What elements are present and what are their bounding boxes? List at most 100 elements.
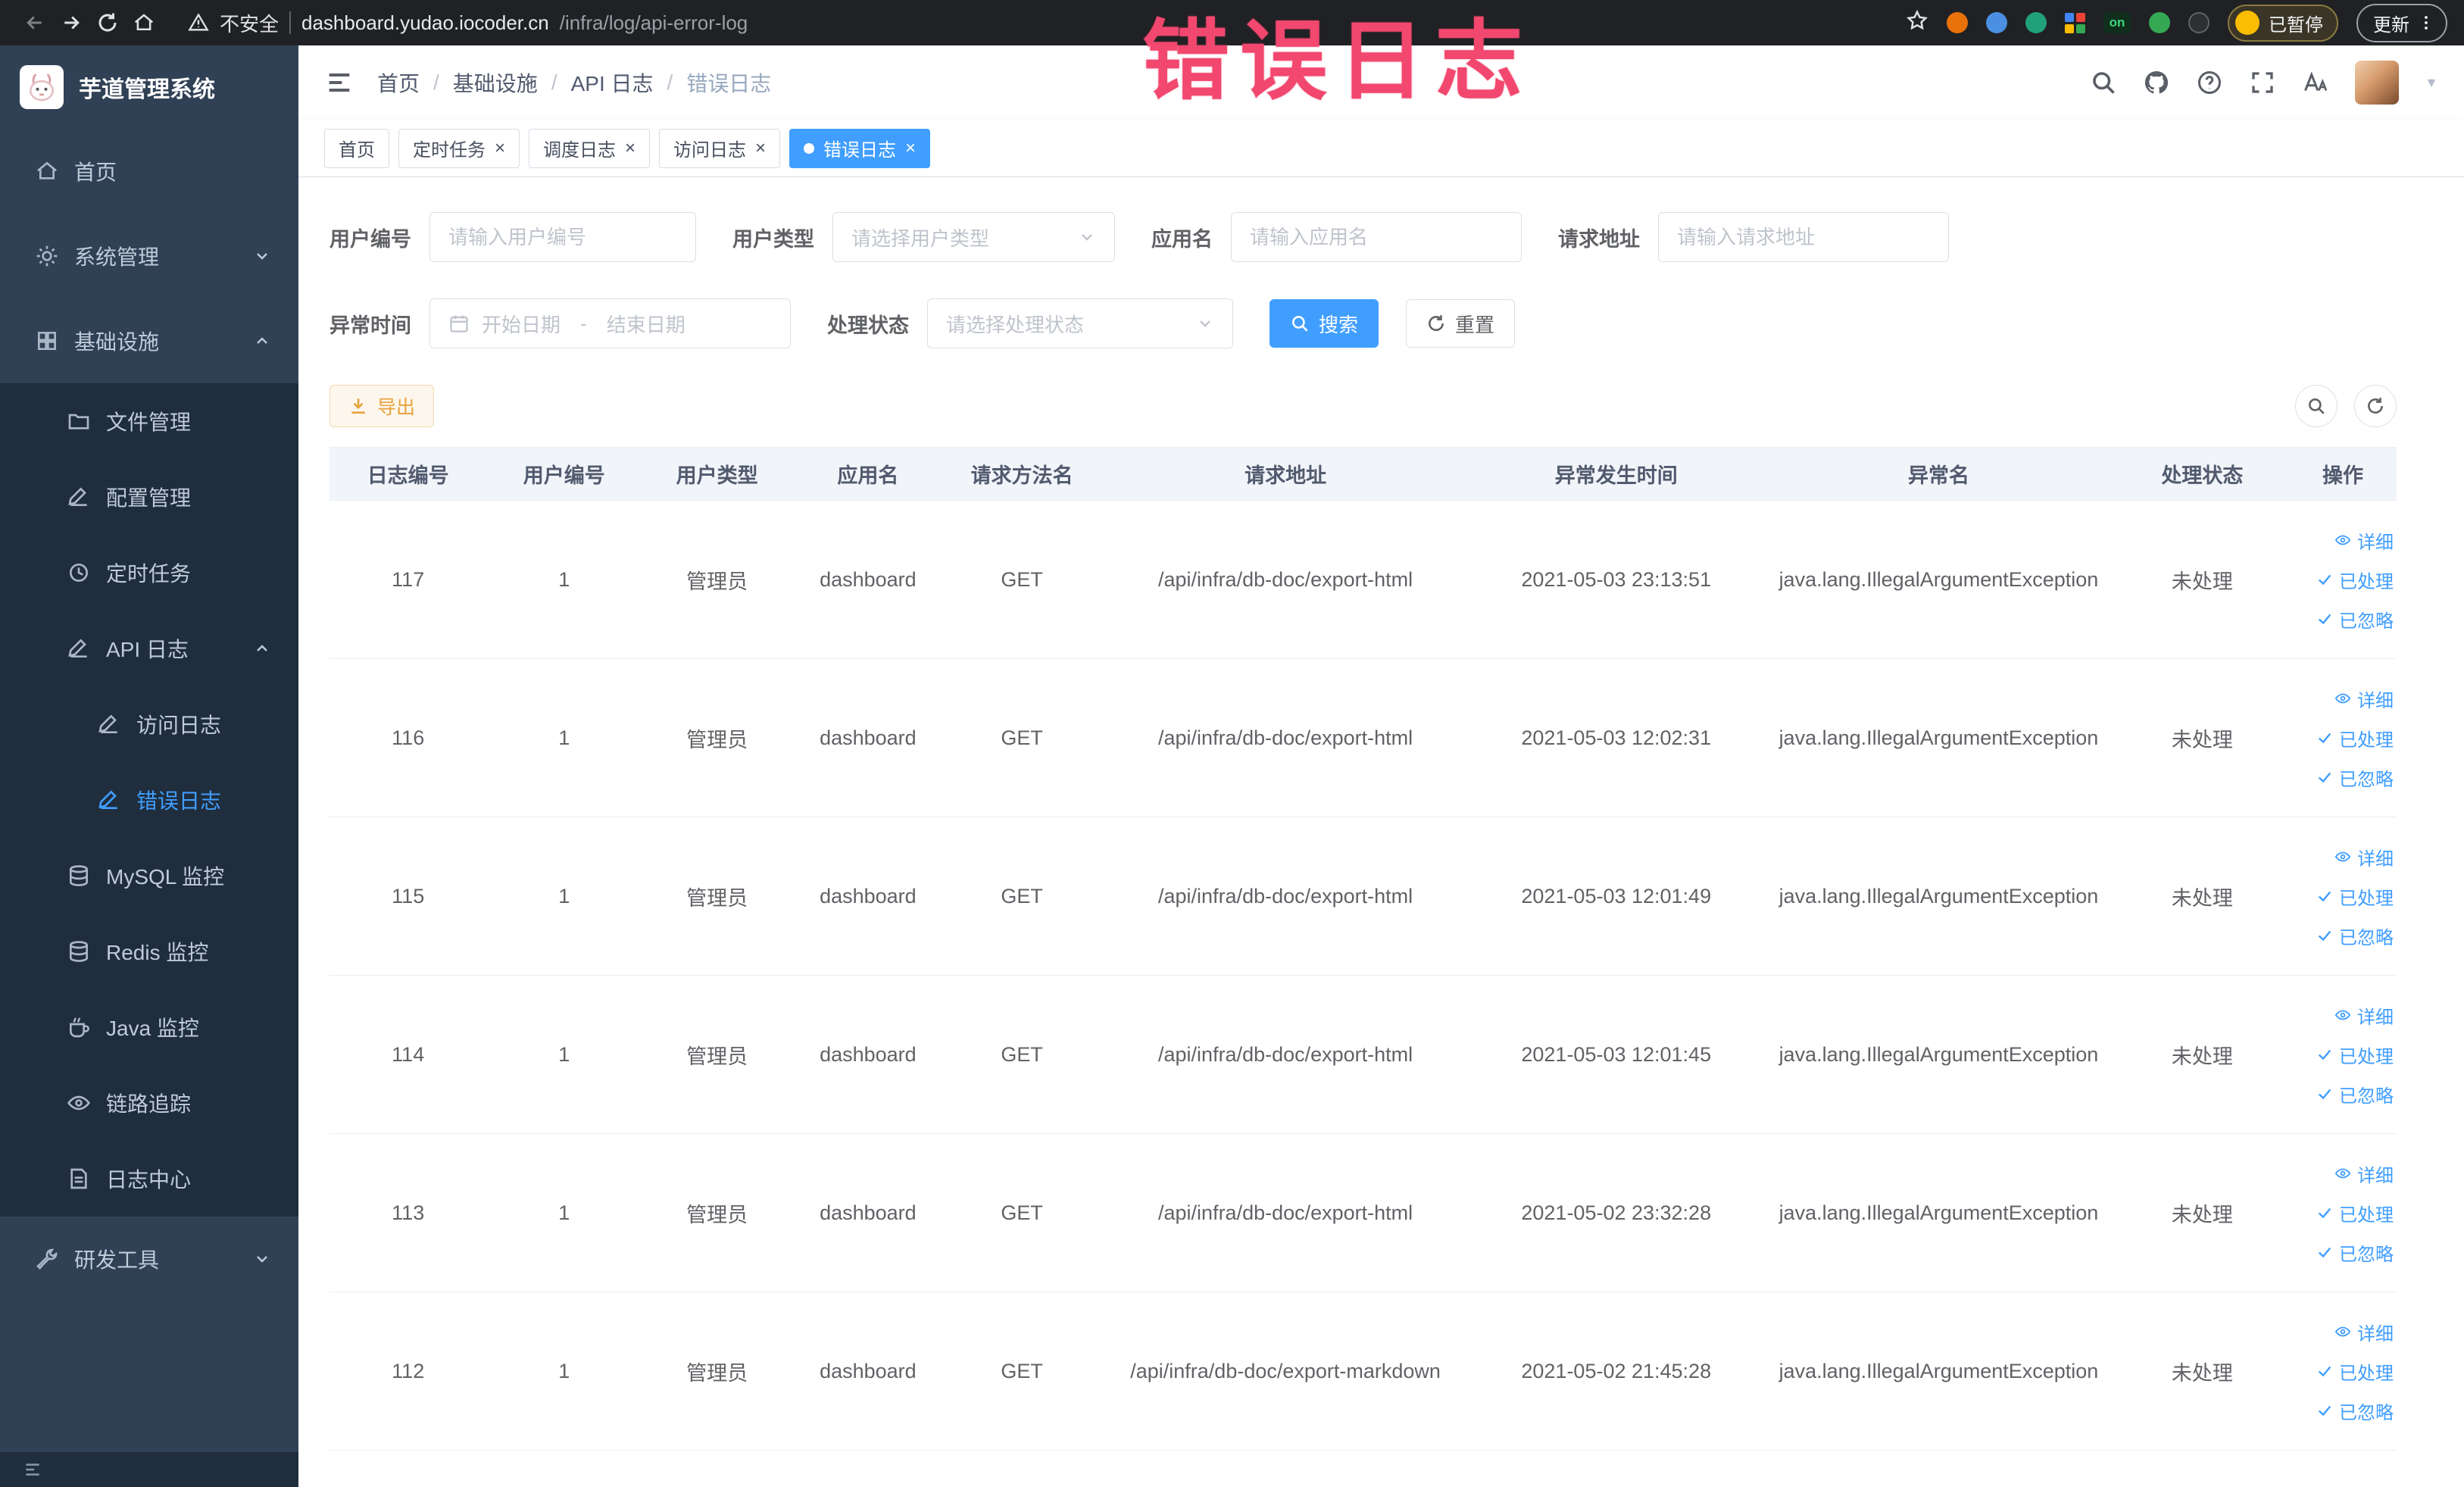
update-chip[interactable]: 更新: [2356, 3, 2447, 42]
close-icon[interactable]: ×: [495, 139, 505, 158]
fullscreen-icon[interactable]: [2249, 69, 2276, 96]
sidebar-collapse-bar[interactable]: [0, 1452, 298, 1487]
sync-paused-chip[interactable]: 已暂停: [2228, 4, 2338, 42]
app-name-input[interactable]: [1231, 212, 1522, 262]
action-ignored[interactable]: 已忽略: [2289, 916, 2394, 955]
export-button[interactable]: 导出: [329, 385, 435, 427]
sidebar-item-log-center[interactable]: 日志中心: [0, 1141, 298, 1217]
help-icon[interactable]: [2196, 69, 2223, 96]
document-icon: [67, 636, 91, 661]
refresh-button[interactable]: [2354, 385, 2397, 427]
action-detail[interactable]: 详细: [2289, 837, 2394, 876]
action-detail[interactable]: 详细: [2289, 1154, 2394, 1193]
sidebar-item-scheduled-task[interactable]: 定时任务: [0, 535, 298, 611]
cell-status: 未处理: [2115, 817, 2290, 976]
sidebar-item-java-monitor[interactable]: Java 监控: [0, 989, 298, 1065]
sidebar-item-file-mgmt[interactable]: 文件管理: [0, 383, 298, 459]
cell-user-id: 1: [486, 1133, 642, 1292]
back-icon[interactable]: [17, 5, 53, 41]
process-status-select[interactable]: 请选择处理状态: [927, 298, 1233, 348]
extension-grid-icon[interactable]: [2065, 12, 2085, 33]
sidebar-item-dev-tools[interactable]: 研发工具: [0, 1217, 298, 1301]
action-processed[interactable]: 已处理: [2289, 1193, 2394, 1232]
action-detail[interactable]: 详细: [2289, 679, 2394, 718]
breadcrumb-item[interactable]: API 日志: [571, 67, 654, 98]
cell-user-id: 1: [486, 658, 642, 817]
extension-icon-5[interactable]: [2188, 12, 2209, 33]
sidebar-item-mysql-monitor[interactable]: MySQL 监控: [0, 838, 298, 914]
kebab-menu-icon[interactable]: [2417, 14, 2435, 32]
forward-icon[interactable]: [53, 5, 89, 41]
sidebar-item-label: 系统管理: [74, 245, 160, 269]
tab-scheduled-task[interactable]: 定时任务 ×: [398, 128, 520, 168]
tab-home[interactable]: 首页: [324, 128, 389, 168]
tab-error-log[interactable]: 错误日志 ×: [789, 128, 931, 168]
filter-user-type: 用户类型 请选择用户类型: [732, 212, 1115, 262]
close-icon[interactable]: ×: [755, 139, 766, 158]
tab-access-log[interactable]: 访问日志 ×: [659, 128, 781, 168]
action-processed[interactable]: 已处理: [2289, 1035, 2394, 1074]
tab-schedule-log[interactable]: 调度日志 ×: [529, 128, 651, 168]
sidebar-item-redis-monitor[interactable]: Redis 监控: [0, 914, 298, 989]
request-url-input[interactable]: [1658, 212, 1949, 262]
user-id-input[interactable]: [429, 212, 696, 262]
sidebar-item-trace[interactable]: 链路追踪: [0, 1065, 298, 1141]
extension-icon-2[interactable]: [1986, 12, 2007, 33]
action-label: 已忽略: [2339, 611, 2394, 632]
close-icon[interactable]: ×: [905, 139, 916, 158]
check-icon: [2316, 769, 2333, 786]
search-icon: [2306, 396, 2326, 416]
action-processed[interactable]: 已处理: [2289, 560, 2394, 599]
breadcrumb-item[interactable]: 首页: [377, 67, 420, 98]
font-size-icon[interactable]: [2302, 69, 2329, 96]
sidebar-item-home[interactable]: 首页: [0, 129, 298, 214]
search-icon[interactable]: [2090, 69, 2117, 96]
extension-icon-4[interactable]: [2149, 12, 2170, 33]
document-icon: [97, 788, 121, 812]
sidebar-item-system[interactable]: 系统管理: [0, 214, 298, 298]
action-ignored[interactable]: 已忽略: [2289, 1074, 2394, 1114]
action-ignored[interactable]: 已忽略: [2289, 1232, 2394, 1272]
sidebar-item-config-mgmt[interactable]: 配置管理: [0, 459, 298, 535]
reset-button[interactable]: 重置: [1406, 299, 1516, 348]
action-detail[interactable]: 详细: [2289, 1312, 2394, 1351]
action-label: 详细: [2357, 1007, 2394, 1028]
app-logo[interactable]: 芋道管理系统: [0, 45, 298, 129]
date-range-picker[interactable]: 开始日期 - 结束日期: [429, 298, 791, 348]
action-ignored[interactable]: 已忽略: [2289, 758, 2394, 797]
cell-app-name: dashboard: [792, 1133, 944, 1292]
eye-icon: [2334, 532, 2351, 548]
address-bar[interactable]: 不安全 dashboard.yudao.iocoder.cn/infra/log…: [188, 9, 748, 37]
breadcrumb-item[interactable]: 基础设施: [453, 67, 538, 98]
sidebar-item-access-log[interactable]: 访问日志: [0, 686, 298, 762]
action-processed[interactable]: 已处理: [2289, 876, 2394, 916]
avatar[interactable]: [2355, 61, 2400, 105]
close-icon[interactable]: ×: [625, 139, 636, 158]
bookmark-star-icon[interactable]: [1906, 9, 1928, 37]
extension-on-badge[interactable]: on: [2103, 12, 2131, 33]
sidebar-toggle-icon[interactable]: [324, 67, 354, 98]
browser-home-icon[interactable]: [126, 5, 162, 41]
toggle-search-button[interactable]: [2295, 385, 2338, 427]
sidebar-item-error-log[interactable]: 错误日志: [0, 762, 298, 838]
cell-exception-time: 2021-05-02 23:32:28: [1470, 1133, 1763, 1292]
search-button[interactable]: 搜索: [1269, 299, 1379, 348]
sidebar-item-infra[interactable]: 基础设施: [0, 298, 298, 383]
github-icon[interactable]: [2143, 69, 2170, 96]
reset-button-label: 重置: [1455, 313, 1495, 336]
cell-actions: 详细 已处理 已忽略: [2289, 1292, 2397, 1451]
extension-icon-3[interactable]: [2025, 12, 2047, 33]
action-ignored[interactable]: 已忽略: [2289, 599, 2394, 639]
sidebar-item-label: 文件管理: [106, 411, 192, 434]
user-type-select[interactable]: 请选择用户类型: [832, 212, 1115, 262]
extension-icon-1[interactable]: [1947, 12, 1968, 33]
action-processed[interactable]: 已处理: [2289, 718, 2394, 758]
chevron-down-icon[interactable]: ▼: [2425, 75, 2438, 91]
reload-icon[interactable]: [89, 5, 126, 41]
action-processed[interactable]: 已处理: [2289, 1351, 2394, 1391]
action-detail[interactable]: 详细: [2289, 995, 2394, 1035]
sidebar-item-api-log[interactable]: API 日志: [0, 611, 298, 686]
action-detail[interactable]: 详细: [2289, 520, 2394, 560]
search-button-label: 搜索: [1319, 313, 1359, 336]
action-ignored[interactable]: 已忽略: [2289, 1391, 2394, 1430]
